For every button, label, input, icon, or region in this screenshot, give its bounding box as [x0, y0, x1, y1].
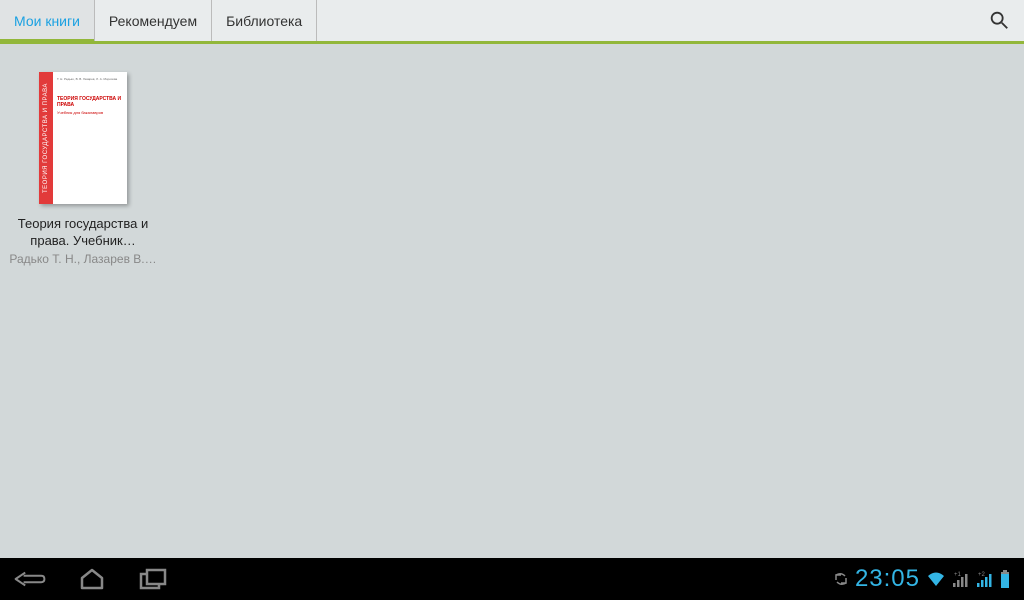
book-spine: ТЕОРИЯ ГОСУДАРСТВА И ПРАВА	[39, 72, 53, 204]
wifi-icon	[926, 570, 946, 588]
recent-apps-button[interactable]	[138, 567, 170, 591]
svg-text:+1: +1	[954, 572, 962, 578]
sync-icon	[833, 572, 849, 586]
status-clock: 23:05	[855, 565, 920, 593]
system-nav-bar: 23:05 +1 +2	[0, 558, 1024, 600]
home-icon	[78, 568, 106, 590]
tab-my-books[interactable]: Мои книги	[0, 0, 95, 41]
home-button[interactable]	[76, 567, 108, 591]
back-icon	[14, 569, 46, 589]
search-icon	[988, 9, 1010, 31]
search-button[interactable]	[988, 9, 1012, 33]
top-tab-bar: Мои книги Рекомендуем Библиотека	[0, 0, 1024, 44]
tab-library[interactable]: Библиотека	[212, 0, 317, 41]
signal-sim2-icon: +2	[976, 570, 994, 588]
book-cover[interactable]: ТЕОРИЯ ГОСУДАРСТВА И ПРАВА Т. Н. Радько,…	[39, 72, 127, 204]
battery-icon	[1000, 570, 1010, 588]
tab-recommended[interactable]: Рекомендуем	[95, 0, 212, 41]
svg-text:+2: +2	[978, 572, 986, 578]
book-cover-content: Т. Н. Радько, В. В. Лазарев, Л. А. Мороз…	[53, 72, 127, 204]
book-title: Теория государства и права. Учебник…	[8, 216, 158, 250]
recent-apps-icon	[139, 568, 169, 590]
book-item[interactable]: ТЕОРИЯ ГОСУДАРСТВА И ПРАВА Т. Н. Радько,…	[8, 72, 158, 266]
back-button[interactable]	[14, 567, 46, 591]
book-grid: ТЕОРИЯ ГОСУДАРСТВА И ПРАВА Т. Н. Радько,…	[0, 44, 1024, 294]
book-author: Радько Т. Н., Лазарев В.…	[8, 252, 158, 266]
signal-sim1-icon: +1	[952, 570, 970, 588]
